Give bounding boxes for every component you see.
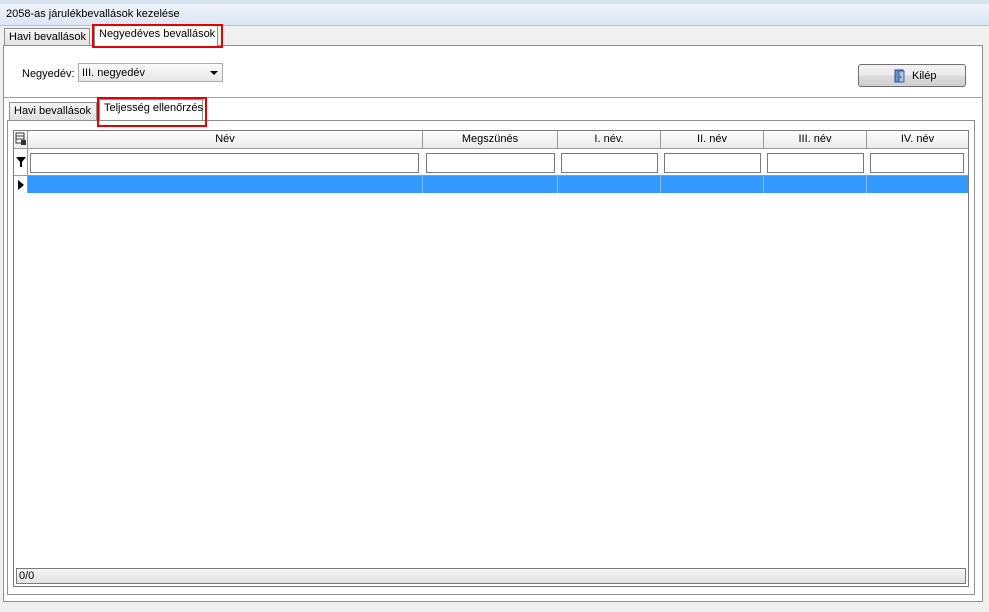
grid-status-bar: 0/0 — [16, 568, 966, 584]
row-indicator — [14, 176, 28, 193]
tab-teljesseg-ellenorzes[interactable]: Teljesség ellenőrzés — [99, 99, 203, 120]
quarter-label: Negyedév: — [22, 68, 75, 80]
filter-input-nev[interactable] — [30, 153, 419, 173]
table-cell[interactable] — [558, 176, 661, 193]
filter-input-i-nev[interactable] — [561, 153, 658, 173]
filter-icon — [14, 149, 28, 175]
exit-button[interactable]: Kilép — [858, 64, 966, 87]
divider — [4, 97, 982, 98]
chevron-down-icon — [210, 71, 218, 75]
column-header-i-nev[interactable]: I. név. — [558, 131, 661, 148]
column-header-megszunes[interactable]: Megszünés — [423, 131, 558, 148]
exit-button-label: Kilép — [912, 70, 937, 82]
filter-input-megszunes[interactable] — [426, 153, 555, 173]
column-header-ii-nev[interactable]: II. név — [661, 131, 764, 148]
column-header-iii-nev[interactable]: III. név — [764, 131, 867, 148]
table-row[interactable] — [14, 176, 968, 193]
filter-input-iv-nev[interactable] — [870, 153, 964, 173]
column-chooser-icon[interactable] — [14, 131, 28, 148]
table-cell[interactable] — [28, 176, 423, 193]
table-cell[interactable] — [867, 176, 968, 193]
quarter-value: III. negyedév — [82, 67, 145, 79]
tab-label: Havi bevallások — [9, 31, 87, 43]
column-header-iv-nev[interactable]: IV. név — [867, 131, 968, 148]
filter-input-iii-nev[interactable] — [767, 153, 864, 173]
column-header-nev[interactable]: Név — [28, 131, 423, 148]
door-exit-icon — [894, 69, 905, 83]
table-cell[interactable] — [423, 176, 558, 193]
grid-header-row: Név Megszünés I. név. II. név III. név I… — [14, 131, 968, 149]
tab-label: Teljesség ellenőrzés — [104, 102, 204, 114]
tab-label: Negyedéves bevallások — [99, 28, 216, 40]
tab-havi-bevallasok-inner[interactable]: Havi bevallások — [9, 102, 97, 120]
quarter-select[interactable]: III. negyedév — [78, 63, 223, 82]
filter-input-ii-nev[interactable] — [664, 153, 761, 173]
data-grid: Név Megszünés I. név. II. név III. név I… — [13, 130, 969, 587]
row-pointer-icon — [18, 180, 24, 190]
tab-negyedeves-bevallasok[interactable]: Negyedéves bevallások — [94, 25, 218, 46]
tab-label: Havi bevallások — [14, 105, 92, 117]
tab-havi-bevallasok[interactable]: Havi bevallások — [4, 28, 90, 46]
grid-filter-row — [14, 149, 968, 176]
table-cell[interactable] — [764, 176, 867, 193]
window-title: 2058-as járulékbevallások kezelése — [6, 8, 180, 20]
table-cell[interactable] — [661, 176, 764, 193]
window-titlebar: 2058-as járulékbevallások kezelése — [0, 4, 989, 26]
record-count: 0/0 — [19, 570, 35, 582]
